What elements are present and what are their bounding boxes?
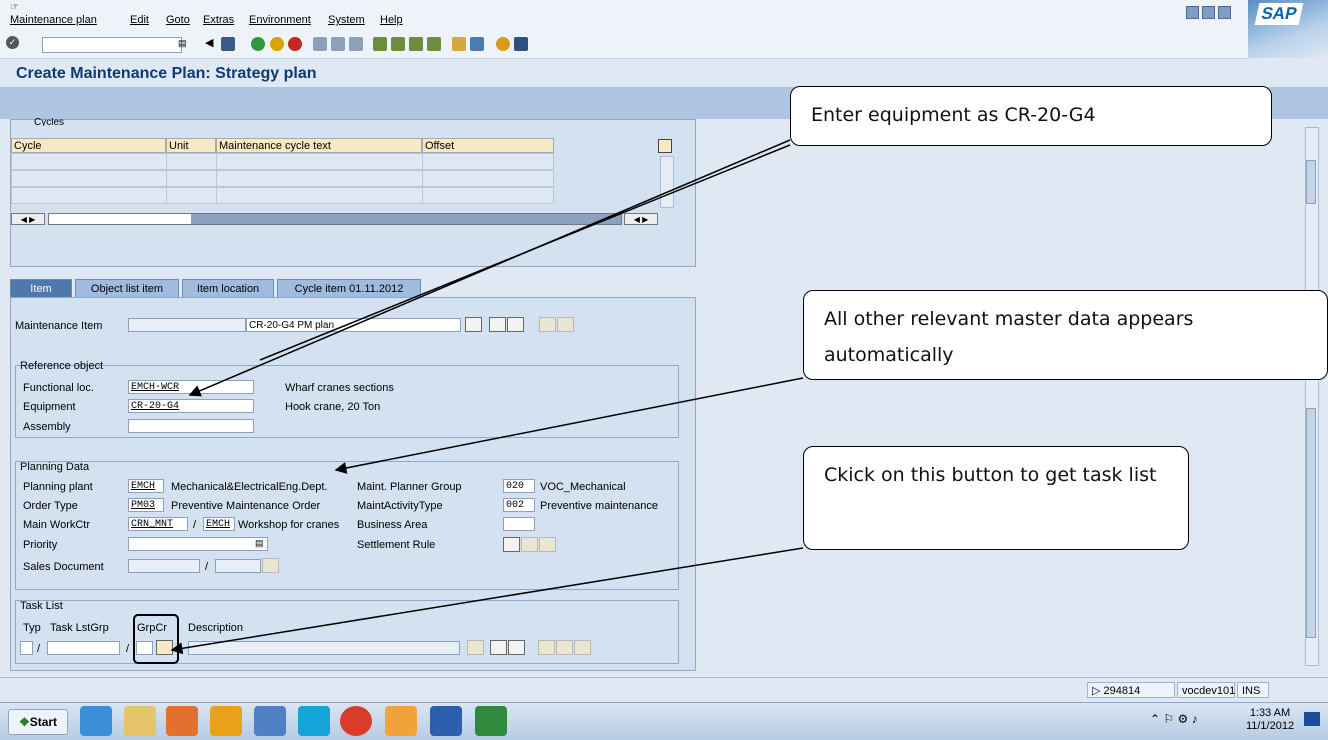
session-info[interactable]: ▷ 294814: [1087, 682, 1175, 698]
file-explorer-icon[interactable]: [124, 706, 156, 736]
callout-task-list: Ckick on this button to get task list: [803, 446, 1189, 550]
insert-mode: INS: [1237, 682, 1269, 698]
server-info: vocdev101: [1177, 682, 1235, 698]
callout-equipment: Enter equipment as CR-20-G4: [790, 86, 1272, 146]
internet-explorer-icon[interactable]: [80, 706, 112, 736]
session-number: 294814: [1103, 685, 1141, 697]
media-player-icon[interactable]: [166, 706, 198, 736]
equipment-arrow-secondary: [259, 144, 791, 361]
callout-master-data: All other relevant master data appears a…: [803, 290, 1328, 380]
start-button[interactable]: ❖Start: [8, 709, 68, 735]
outlook-icon[interactable]: [385, 706, 417, 736]
excel-icon[interactable]: [475, 706, 507, 736]
tray-icons[interactable]: ⌃ ⚐ ⚙ ♪: [1150, 712, 1198, 726]
skype-icon[interactable]: [298, 706, 330, 736]
show-desktop-icon[interactable]: [1304, 712, 1320, 726]
windows-taskbar: [0, 702, 1328, 740]
chrome-icon[interactable]: [340, 706, 372, 736]
windows-icon: ❖: [18, 715, 30, 729]
master-data-arrow: [334, 377, 804, 474]
clock-date: 11/1/2012: [1245, 720, 1295, 732]
communicator-icon[interactable]: [254, 706, 286, 736]
clock-time: 1:33 AM: [1249, 707, 1291, 719]
word-icon[interactable]: [430, 706, 462, 736]
clock[interactable]: 1:33 AM 11/1/2012: [1240, 707, 1300, 733]
sap-logon-icon[interactable]: [210, 706, 242, 736]
task-list-arrow: [170, 547, 804, 655]
